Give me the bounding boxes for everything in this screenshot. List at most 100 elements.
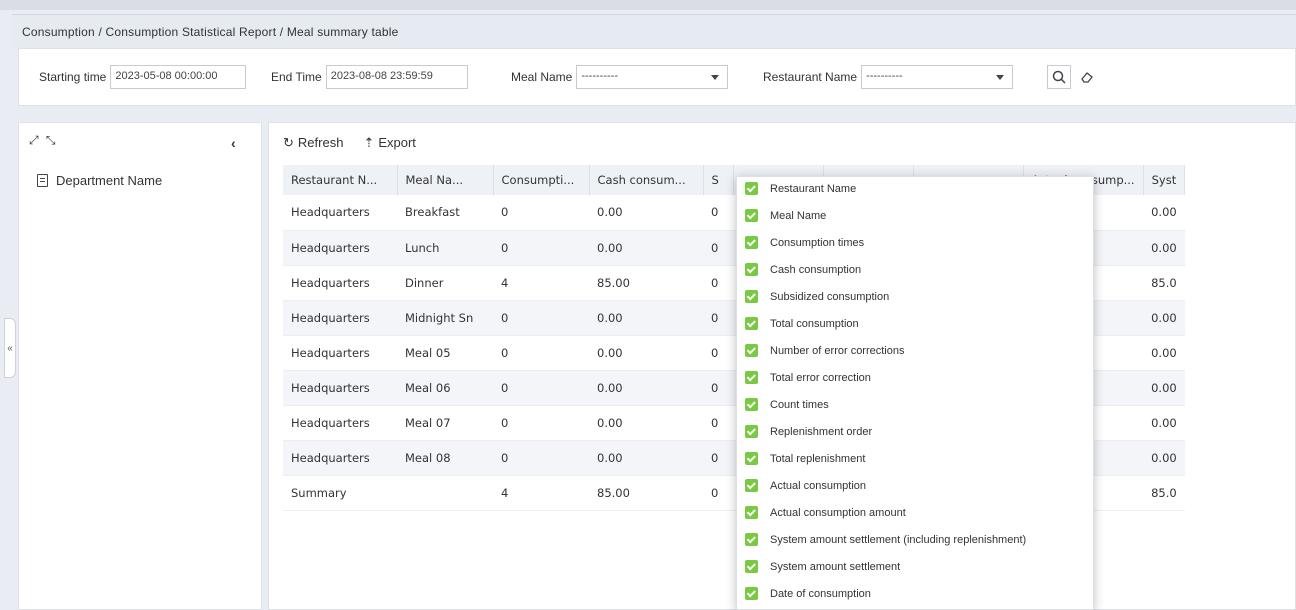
refresh-label: Refresh	[297, 135, 344, 150]
checkbox-checked-icon[interactable]	[745, 452, 758, 465]
checkbox-checked-icon[interactable]	[745, 182, 758, 195]
column-option-total-replenishment[interactable]: Total replenishment	[745, 452, 865, 465]
collapse-panel-icon[interactable]: ‹	[231, 135, 236, 151]
department-name-label: Department Name	[56, 173, 163, 188]
option-label: System amount settlement	[770, 560, 901, 573]
cell-cash: 0.00	[589, 335, 703, 371]
option-label: Total error correction	[770, 371, 871, 384]
cell-restaurant: Headquarters	[283, 265, 397, 301]
cell-system: 0.00	[1143, 405, 1185, 441]
option-label: Meal Name	[770, 209, 827, 222]
search-icon	[1052, 70, 1066, 84]
cell-cash: 0.00	[589, 300, 703, 336]
cell-cash: 0.00	[589, 440, 703, 476]
column-option-total-error-correction[interactable]: Total error correction	[745, 371, 871, 384]
col-system-settlement[interactable]: Syst	[1143, 165, 1186, 195]
cell-system: 85.0	[1143, 475, 1185, 511]
cell-cash: 85.00	[589, 265, 703, 301]
column-option-system-settlement[interactable]: System amount settlement	[745, 560, 900, 573]
sidebar-toggle-icon[interactable]: «	[4, 318, 16, 378]
checkbox-checked-icon[interactable]	[745, 398, 758, 411]
cell-restaurant: Headquarters	[283, 405, 397, 441]
checkbox-checked-icon[interactable]	[745, 317, 758, 330]
option-label: Consumption times	[770, 236, 865, 249]
cell-system: 85.0	[1143, 265, 1185, 301]
column-option-consumption-times[interactable]: Consumption times	[745, 236, 864, 249]
column-option-meal-name[interactable]: Meal Name	[745, 209, 826, 222]
meal-name-label: Meal Name	[511, 70, 573, 84]
cell-times: 0	[493, 300, 589, 336]
col-meal-name[interactable]: Meal Na...	[397, 165, 494, 195]
checkbox-checked-icon[interactable]	[745, 290, 758, 303]
top-bar	[0, 0, 1296, 10]
cell-restaurant: Headquarters	[283, 300, 397, 336]
cell-subsidized: 0	[703, 230, 733, 266]
column-option-date-of-consumption[interactable]: Date of consumption	[745, 587, 871, 600]
department-tree-item[interactable]: Department Name	[37, 173, 162, 188]
column-option-restaurant-name[interactable]: Restaurant Name	[745, 182, 856, 195]
clear-button[interactable]	[1075, 65, 1099, 89]
checkbox-checked-icon[interactable]	[745, 533, 758, 546]
column-option-cash-consumption[interactable]: Cash consumption	[745, 263, 861, 276]
cell-cash: 0.00	[589, 370, 703, 406]
column-option-count-times[interactable]: Count times	[745, 398, 829, 411]
checkbox-checked-icon[interactable]	[745, 425, 758, 438]
cell-system: 0.00	[1143, 300, 1185, 336]
checkbox-checked-icon[interactable]	[745, 236, 758, 249]
cell-cash: 0.00	[589, 405, 703, 441]
cell-cash: 85.00	[589, 475, 703, 511]
cell-system: 0.00	[1143, 440, 1185, 476]
checkbox-checked-icon[interactable]	[745, 479, 758, 492]
cell-meal	[397, 475, 493, 511]
cell-subsidized: 0	[703, 195, 733, 231]
column-option-actual-consumption-amount[interactable]: Actual consumption amount	[745, 506, 906, 519]
column-visibility-menu: Restaurant Name Meal Name Consumption ti…	[736, 176, 1094, 610]
checkbox-checked-icon[interactable]	[745, 209, 758, 222]
cell-subsidized: 0	[703, 335, 733, 371]
checkbox-checked-icon[interactable]	[745, 560, 758, 573]
cell-restaurant: Headquarters	[283, 370, 397, 406]
column-option-total-consumption[interactable]: Total consumption	[745, 317, 859, 330]
cell-cash: 0.00	[589, 195, 703, 231]
option-label: Total consumption	[770, 317, 859, 330]
cell-meal: Meal 06	[397, 370, 493, 406]
checkbox-checked-icon[interactable]	[745, 587, 758, 600]
search-button[interactable]	[1047, 65, 1071, 89]
column-option-error-corrections[interactable]: Number of error corrections	[745, 344, 905, 357]
col-subsidized-consumption[interactable]: S	[703, 165, 734, 195]
start-time-input[interactable]: 2023-05-08 00:00:00	[110, 65, 247, 89]
department-panel: ⤢ ⤡ ‹ Department Name	[18, 122, 262, 610]
col-restaurant-name[interactable]: Restaurant N...	[283, 165, 398, 195]
start-time-label: Starting time	[39, 70, 107, 84]
cell-system: 0.00	[1143, 230, 1185, 266]
cell-system: 0.00	[1143, 335, 1185, 371]
checkbox-checked-icon[interactable]	[745, 506, 758, 519]
column-option-replenishment-order[interactable]: Replenishment order	[745, 425, 872, 438]
meal-name-field: Meal Name ----------	[511, 65, 729, 89]
cell-restaurant: Headquarters	[283, 335, 397, 371]
restaurant-name-select[interactable]: ----------	[861, 65, 1014, 89]
meal-name-select[interactable]: ----------	[576, 65, 729, 89]
option-label: Subsidized consumption	[770, 290, 890, 303]
restaurant-name-label: Restaurant Name	[763, 70, 858, 84]
column-option-system-settlement-incl[interactable]: System amount settlement (including repl…	[745, 533, 1026, 546]
col-cash-consumption[interactable]: Cash consum...	[589, 165, 704, 195]
breadcrumb: Consumption / Consumption Statistical Re…	[22, 25, 399, 39]
checkbox-checked-icon[interactable]	[745, 371, 758, 384]
column-option-actual-consumption[interactable]: Actual consumption	[745, 479, 866, 492]
cell-times: 4	[493, 475, 589, 511]
cell-restaurant: Headquarters	[283, 230, 397, 266]
export-button[interactable]: ⇡ Export	[363, 135, 415, 151]
expand-collapse-all-icon[interactable]: ⤢ ⤡	[29, 133, 58, 148]
checkbox-checked-icon[interactable]	[745, 344, 758, 357]
filter-panel: Starting time 2023-05-08 00:00:00 End Ti…	[18, 48, 1296, 106]
cell-subsidized: 0	[703, 300, 733, 336]
column-option-subsidized-consumption[interactable]: Subsidized consumption	[745, 290, 889, 303]
option-label: Count times	[770, 398, 829, 411]
end-time-input[interactable]: 2023-08-08 23:59:59	[325, 65, 468, 89]
col-consumption-times[interactable]: Consumpti...	[493, 165, 590, 195]
refresh-button[interactable]: ↻ Refresh	[283, 135, 343, 151]
cell-system: 0.00	[1143, 195, 1185, 231]
checkbox-checked-icon[interactable]	[745, 263, 758, 276]
export-label: Export	[378, 135, 416, 150]
